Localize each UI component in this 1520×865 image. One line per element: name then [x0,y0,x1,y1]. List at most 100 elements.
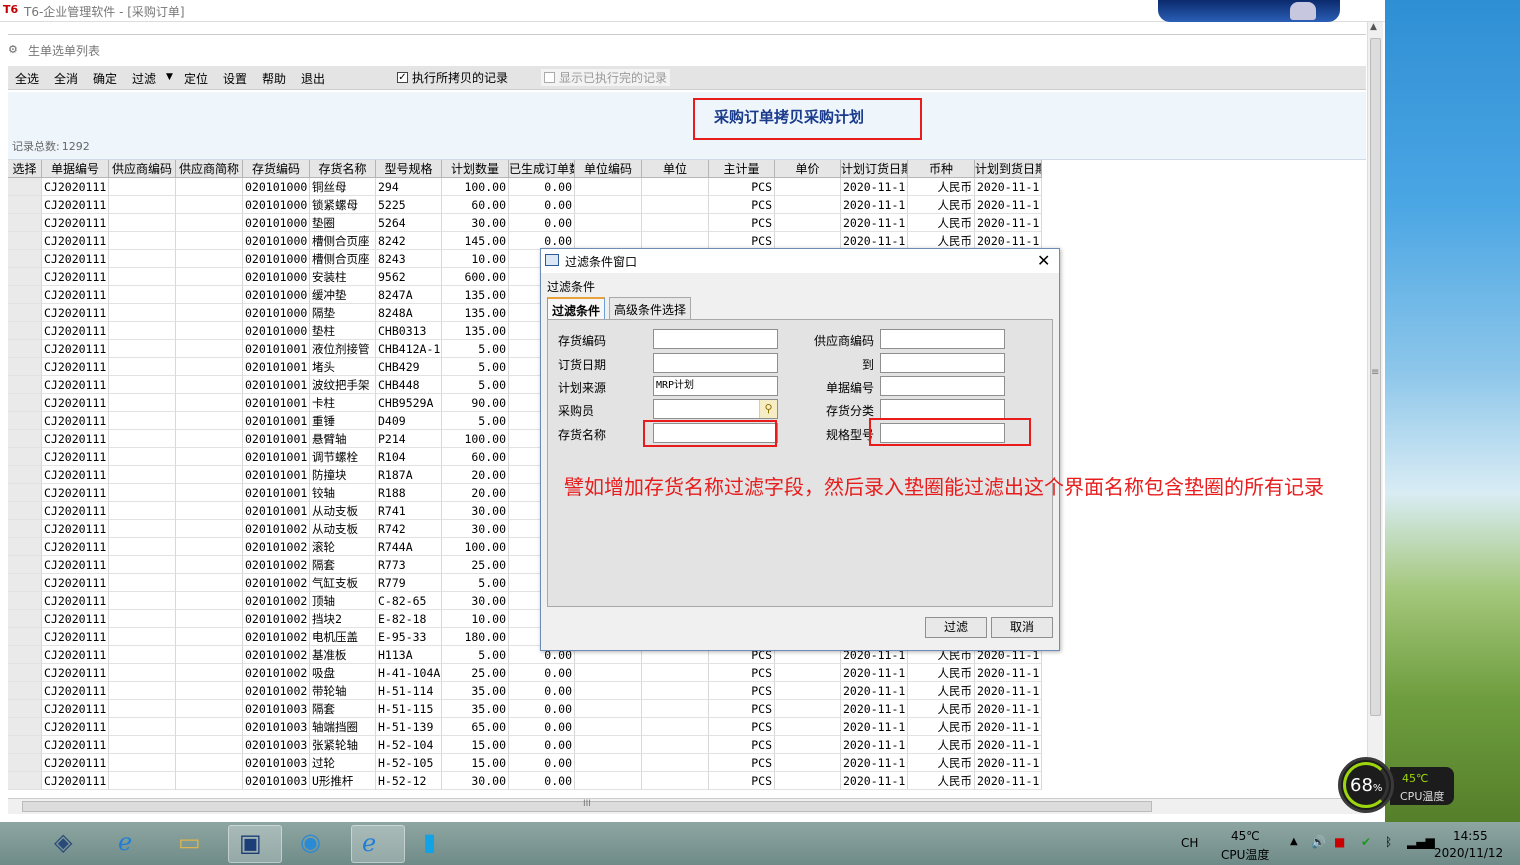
filter-ok-button[interactable]: 过滤 [925,617,987,638]
tab-advanced-conditions[interactable]: 高级条件选择 [609,297,692,319]
row-select-cell[interactable] [8,178,42,196]
column-header[interactable]: 供应商编码 [109,160,176,178]
row-select-cell[interactable] [8,448,42,466]
column-header[interactable]: 已生成订单数 [509,160,575,178]
taskbar-explorer[interactable]: ▭ [168,825,222,863]
item-class-input[interactable] [880,399,1005,419]
column-header[interactable]: 单位编码 [575,160,642,178]
bluetooth-icon[interactable]: ᛒ [1385,835,1392,849]
column-header[interactable]: 币种 [908,160,975,178]
column-header[interactable]: 计划数量 [442,160,509,178]
taskbar-app-3d[interactable]: ◈ [44,825,98,863]
row-select-cell[interactable] [8,340,42,358]
column-header[interactable]: 计划订货日期 [841,160,908,178]
plan-source-input[interactable]: MRP计划 [653,376,778,396]
column-header[interactable]: 单位 [642,160,709,178]
locate-button[interactable]: 定位 [184,70,208,87]
row-select-cell[interactable] [8,520,42,538]
row-select-cell[interactable] [8,466,42,484]
row-select-cell[interactable] [8,376,42,394]
table-cell: 020101002 [243,664,310,682]
item-code-input[interactable] [653,329,778,349]
row-select-cell[interactable] [8,610,42,628]
search-icon[interactable]: ⚲ [759,400,777,418]
row-select-cell[interactable] [8,736,42,754]
row-select-cell[interactable] [8,196,42,214]
row-select-cell[interactable] [8,484,42,502]
supplier-code-input[interactable] [880,329,1005,349]
cpu-usage-gauge[interactable]: 68% [1338,757,1394,813]
row-select-cell[interactable] [8,214,42,232]
row-select-cell[interactable] [8,682,42,700]
column-header[interactable]: 单据编号 [42,160,109,178]
column-header[interactable]: 供应商简称 [176,160,243,178]
row-select-cell[interactable] [8,718,42,736]
settings-button[interactable]: 设置 [223,70,247,87]
row-select-cell[interactable] [8,358,42,376]
row-select-cell[interactable] [8,412,42,430]
row-select-cell[interactable] [8,772,42,790]
row-select-cell[interactable] [8,700,42,718]
clock-date[interactable]: 2020/11/12 [1434,846,1503,860]
row-select-cell[interactable] [8,574,42,592]
row-select-cell[interactable] [8,322,42,340]
scroll-up-icon[interactable]: ▲ [1370,22,1377,32]
filter-button[interactable]: 过滤 [132,70,156,87]
taskbar-app-partial[interactable]: ▶ [0,825,24,863]
row-select-cell[interactable] [8,250,42,268]
help-button[interactable]: 帮助 [262,70,286,87]
row-select-cell[interactable] [8,754,42,772]
execute-copied-checkbox[interactable]: ✓ 执行所拷贝的记录 [397,69,508,86]
row-select-cell[interactable] [8,664,42,682]
taskbar-ie[interactable]: ℯ [108,825,162,863]
antivirus-icon[interactable]: ■ [1334,835,1345,849]
taskbar-chat-app[interactable]: ▮ [413,825,467,863]
table-cell [109,196,176,214]
filter-dropdown-icon[interactable]: ▼ [166,72,173,82]
taskbar-t6-app[interactable]: ▣ [228,825,282,863]
filter-cancel-button[interactable]: 取消 [991,617,1053,638]
network-icon[interactable]: ▂▄▆ [1407,835,1435,849]
security-icon[interactable]: ✔ [1361,835,1371,849]
row-select-cell[interactable] [8,268,42,286]
vertical-scrollbar[interactable]: ▲ ≡ [1367,22,1383,800]
order-date-from-input[interactable] [653,353,778,373]
clock-time[interactable]: 14:55 [1453,829,1488,843]
taskbar-search-app[interactable]: ◉ [290,825,344,863]
row-select-cell[interactable] [8,556,42,574]
row-select-cell[interactable] [8,646,42,664]
row-select-cell[interactable] [8,592,42,610]
row-select-cell[interactable] [8,538,42,556]
confirm-button[interactable]: 确定 [93,70,117,87]
close-icon[interactable]: ✕ [1037,251,1050,270]
exit-button[interactable]: 退出 [301,70,325,87]
row-select-cell[interactable] [8,628,42,646]
column-header[interactable]: 主计量 [709,160,775,178]
row-select-cell[interactable] [8,502,42,520]
column-header[interactable]: 选择 [8,160,42,178]
column-header[interactable]: 单价 [775,160,841,178]
horizontal-scrollbar[interactable]: III [8,798,1366,814]
input-language[interactable]: CH [1181,836,1198,850]
column-header[interactable]: 计划到货日期 [975,160,1042,178]
show-done-checkbox[interactable]: 显示已执行完的记录 [541,69,671,86]
doc-no-input[interactable] [880,376,1005,396]
row-select-cell[interactable] [8,430,42,448]
row-select-cell[interactable] [8,232,42,250]
row-select-cell[interactable] [8,394,42,412]
table-cell: PCS [709,718,775,736]
column-header[interactable]: 存货名称 [310,160,376,178]
volume-icon[interactable]: 🔊 [1311,835,1326,849]
deselect-all-button[interactable]: 全消 [54,70,78,87]
order-date-to-input[interactable] [880,353,1005,373]
table-cell: 90.00 [442,394,509,412]
taskbar-ie-2[interactable]: ℯ [351,825,405,863]
row-select-cell[interactable] [8,304,42,322]
row-select-cell[interactable] [8,286,42,304]
tab-filter-conditions[interactable]: 过滤条件 [547,297,606,319]
column-header[interactable]: 型号规格 [376,160,442,178]
table-cell [176,556,243,574]
select-all-button[interactable]: 全选 [15,70,39,87]
column-header[interactable]: 存货编码 [243,160,310,178]
tray-expand-icon[interactable]: ▲ [1290,836,1298,847]
